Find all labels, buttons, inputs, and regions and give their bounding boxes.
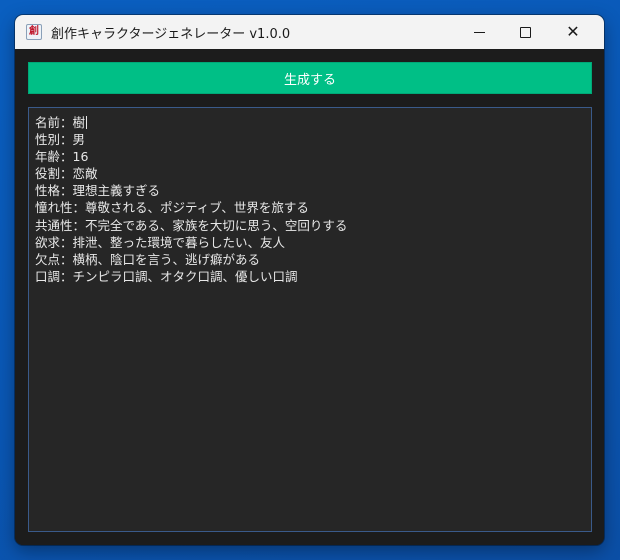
minimize-icon	[473, 31, 485, 33]
client-area: 生成する 名前：樹 性別：男 年齢：16 役割：恋敵 性格：理想主義すぎる 憧れ性：尊敬さ…	[15, 49, 604, 545]
maximize-icon	[519, 26, 531, 38]
output-line-3: 年齢：16	[35, 148, 585, 165]
field-separator: ：	[72, 217, 86, 233]
app-icon: 創	[26, 24, 42, 40]
field-separator: ：	[60, 115, 73, 130]
field-separator: ：	[60, 132, 73, 148]
output-line-8: 欲求：排泄、整った環境で暮らしたい、友人	[35, 234, 585, 251]
field-label: 欲求	[35, 234, 61, 250]
field-separator: ：	[60, 251, 73, 267]
field-separator: ：	[60, 149, 73, 165]
maximize-button[interactable]	[502, 15, 548, 49]
app-icon-glyph: 創	[29, 26, 39, 37]
field-value: 理想主義すぎる	[72, 183, 161, 199]
field-label: 欠点	[35, 251, 61, 267]
field-label: 性別	[35, 132, 61, 148]
field-label: 役割	[35, 166, 61, 182]
field-label: 共通性	[35, 217, 73, 233]
output-line-4: 役割：恋敵	[35, 165, 585, 182]
close-button[interactable]: ✕	[550, 15, 596, 49]
field-value: 樹	[72, 115, 86, 130]
field-label: 年齢	[35, 149, 61, 165]
field-label: 口調	[35, 268, 61, 284]
title-bar[interactable]: 創 創作キャラクタージェネレーター v1.0.0 ✕	[15, 15, 604, 49]
field-label: 名前	[35, 115, 61, 130]
field-separator: ：	[60, 234, 73, 250]
output-line-10: 口調：チンピラ口調、オタク口調、優しい口調	[35, 268, 585, 285]
output-line-1: 名前：樹	[35, 114, 585, 131]
character-output-textarea[interactable]: 名前：樹 性別：男 年齢：16 役割：恋敵 性格：理想主義すぎる 憧れ性：尊敬される、ポジ…	[28, 107, 592, 532]
output-line-2: 性別：男	[35, 131, 585, 148]
field-separator: ：	[72, 200, 86, 216]
field-value: 横柄、陰口を言う、逃げ癖がある	[72, 251, 261, 267]
field-label: 性格	[35, 183, 61, 199]
field-value: 男	[72, 132, 86, 148]
app-window: 創 創作キャラクタージェネレーター v1.0.0 ✕ 生成する 名前：樹 性別：男…	[15, 15, 604, 545]
field-separator: ：	[60, 183, 73, 199]
field-value: 16	[72, 149, 89, 165]
field-label: 憧れ性	[35, 200, 73, 216]
text-caret	[86, 116, 88, 129]
window-title: 創作キャラクタージェネレーター v1.0.0	[51, 26, 291, 42]
field-value: 恋敵	[72, 166, 98, 182]
generate-button[interactable]: 生成する	[28, 62, 592, 94]
minimize-button[interactable]	[456, 15, 502, 49]
field-value: チンピラ口調、オタク口調、優しい口調	[72, 268, 298, 284]
output-line-5: 性格：理想主義すぎる	[35, 182, 585, 199]
field-value: 尊敬される、ポジティブ、世界を旅する	[85, 200, 309, 216]
output-line-6: 憧れ性：尊敬される、ポジティブ、世界を旅する	[35, 199, 585, 216]
output-line-7: 共通性：不完全である、家族を大切に思う、空回りする	[35, 217, 585, 234]
field-separator: ：	[60, 268, 73, 284]
field-separator: ：	[60, 166, 73, 182]
field-value: 排泄、整った環境で暮らしたい、友人	[72, 234, 286, 250]
close-icon: ✕	[566, 22, 580, 41]
field-value: 不完全である、家族を大切に思う、空回りする	[85, 217, 348, 233]
output-line-9: 欠点：横柄、陰口を言う、逃げ癖がある	[35, 251, 585, 268]
